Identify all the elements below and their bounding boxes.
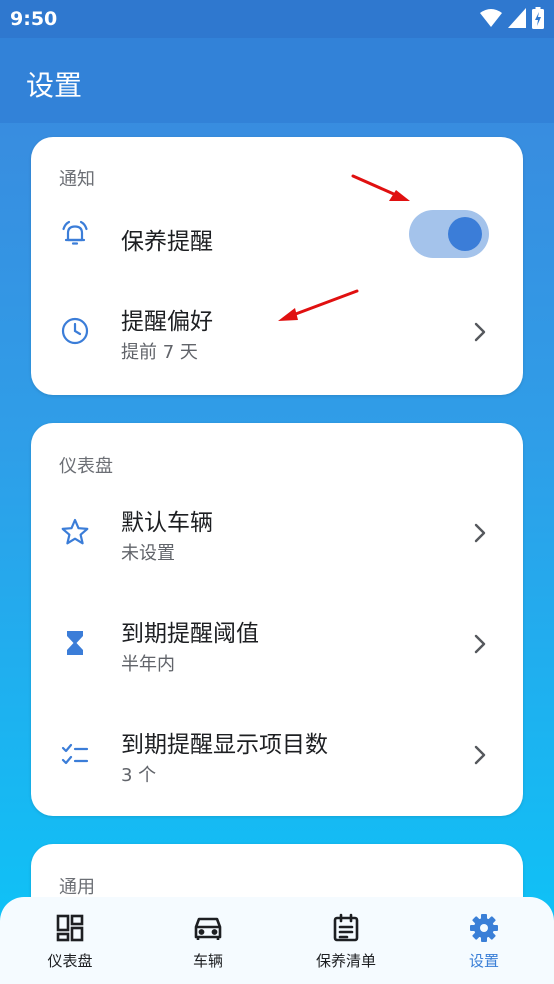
- nav-label-settings: 设置: [468, 952, 499, 970]
- status-icons: [480, 7, 544, 29]
- chevron-right-icon: [474, 634, 486, 654]
- expiry-threshold-value: 半年内: [121, 654, 175, 675]
- expiry-threshold-row[interactable]: 到期提醒阈值 半年内: [31, 595, 523, 695]
- section-title-dashboard: 仪表盘: [59, 456, 113, 477]
- nav-tab-vehicles[interactable]: 车辆: [139, 897, 277, 984]
- nav-tab-dashboard[interactable]: 仪表盘: [1, 897, 139, 984]
- expiry-display-count-row[interactable]: 到期提醒显示项目数 3 个: [31, 706, 523, 806]
- expiry-threshold-label: 到期提醒阈值: [121, 621, 259, 647]
- nav-tab-settings[interactable]: 设置: [415, 897, 553, 984]
- toggle-knob: [448, 217, 482, 251]
- maintenance-reminder-label: 保养提醒: [121, 229, 213, 255]
- section-title-general: 通用: [59, 877, 95, 898]
- default-vehicle-value: 未设置: [121, 543, 175, 564]
- chevron-right-icon: [474, 322, 486, 342]
- chevron-right-icon: [474, 745, 486, 765]
- bottom-navigation: 仪表盘 车辆 保养清单 设置: [0, 897, 554, 984]
- bell-alarm-icon: [60, 219, 90, 249]
- reminder-preference-label: 提醒偏好: [121, 309, 213, 335]
- nav-label-dashboard: 仪表盘: [47, 952, 93, 970]
- star-icon: [60, 517, 90, 547]
- default-vehicle-label: 默认车辆: [121, 510, 213, 536]
- dashboard-icon: [56, 914, 84, 942]
- reminder-preference-value: 提前 7 天: [121, 342, 198, 363]
- maintenance-reminder-toggle[interactable]: [409, 210, 489, 258]
- nav-tab-maintenance-list[interactable]: 保养清单: [277, 897, 415, 984]
- car-icon: [194, 917, 222, 940]
- reminder-preference-row[interactable]: 提醒偏好 提前 7 天: [31, 282, 523, 382]
- calendar-list-icon: [333, 913, 359, 942]
- expiry-display-count-value: 3 个: [121, 765, 157, 786]
- expiry-display-count-label: 到期提醒显示项目数: [121, 732, 328, 758]
- cellular-signal-icon: [508, 8, 526, 28]
- page-title: 设置: [26, 69, 83, 102]
- app-bar: 设置: [0, 38, 554, 123]
- clock-icon: [60, 316, 90, 346]
- nav-label-maintenance-list: 保养清单: [315, 952, 376, 970]
- status-time: 9:50: [10, 8, 58, 30]
- notification-settings-card: 通知 保养提醒 提醒偏好 提前 7 天: [31, 137, 523, 395]
- nav-label-vehicles: 车辆: [192, 952, 223, 970]
- status-bar: 9:50: [0, 0, 554, 38]
- wifi-icon: [480, 9, 502, 27]
- default-vehicle-row[interactable]: 默认车辆 未设置: [31, 484, 523, 584]
- checklist-icon: [60, 739, 90, 769]
- battery-charging-icon: [532, 7, 544, 29]
- hourglass-icon: [60, 628, 90, 658]
- gear-icon: [470, 914, 498, 942]
- chevron-right-icon: [474, 523, 486, 543]
- dashboard-settings-card: 仪表盘 默认车辆 未设置 到期提醒阈值 半年内 到期提醒显示项目数 3 个: [31, 423, 523, 816]
